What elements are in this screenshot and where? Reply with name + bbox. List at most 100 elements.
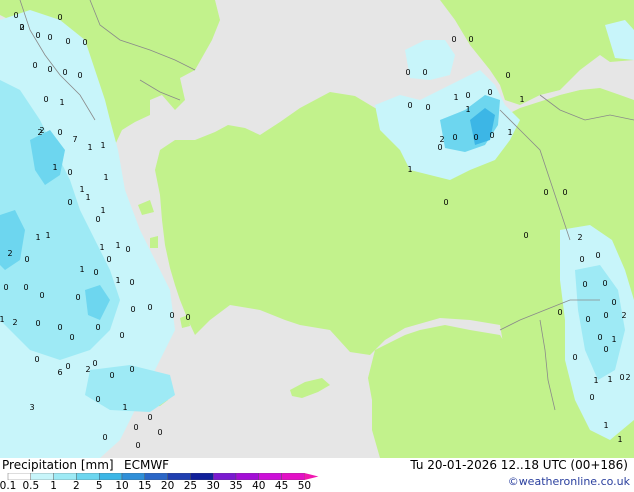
precip-value-label: 0 <box>147 413 152 422</box>
precip-value-label: 0 <box>82 38 87 47</box>
footer-bar: Precipitation [mm] ECMWF Tu 20-01-2026 1… <box>0 458 634 492</box>
precip-value-label: 0 <box>57 13 62 22</box>
precip-value-label: 0 <box>119 331 124 340</box>
legend-swatch <box>98 473 123 480</box>
precip-value-label: 0 <box>77 71 82 80</box>
precip-value-label: 0 <box>57 323 62 332</box>
precip-value-label: 0 <box>505 71 510 80</box>
precip-value-label: 1 <box>519 95 524 104</box>
precip-value-label: 0 <box>603 345 608 354</box>
precip-value-label: 0 <box>35 319 40 328</box>
precip-value-label: 0 <box>603 311 608 320</box>
precip-value-label: 0 <box>62 68 67 77</box>
precip-value-label: 0 <box>43 95 48 104</box>
precip-value-label: 0 <box>595 251 600 260</box>
precip-value-label: 1 <box>122 403 127 412</box>
land-aegean-island-chios <box>150 236 158 248</box>
legend-tick-label: 40 <box>252 480 266 492</box>
precip-value-label: 0 <box>65 362 70 371</box>
legend-tick-label: 50 <box>297 480 312 492</box>
precip-value-label: 0 <box>92 359 97 368</box>
precip-value-label: 0 <box>452 133 457 142</box>
legend-tick-label: 25 <box>183 480 198 492</box>
precip-value-label: 0 <box>169 311 174 320</box>
legend-swatch <box>30 473 54 480</box>
precip-value-label: 3 <box>29 403 34 412</box>
precip-value-label: 0 <box>34 355 39 364</box>
precip-value-label: 1 <box>607 375 612 384</box>
legend-tick-label: 0.1 <box>0 480 17 492</box>
precip-value-label: 0 <box>67 168 72 177</box>
legend-tick-labels: 0.1 0.5 1 2 5 10 15 20 25 30 35 40 45 50 <box>0 480 340 492</box>
precip-value-label: 1 <box>85 193 90 202</box>
legend-swatch <box>121 473 145 480</box>
precip-value-label: 2 <box>12 318 17 327</box>
legend-swatch <box>258 473 282 480</box>
legend-tick-label: 45 <box>274 480 289 492</box>
precip-value-label: 0 <box>75 293 80 302</box>
legend-tick-label: 5 <box>95 480 103 492</box>
precip-value-label: 2 <box>439 135 444 144</box>
legend-swatch <box>76 473 100 480</box>
precip-value-label: 2 <box>19 23 24 32</box>
precip-value-label: 0 <box>425 103 430 112</box>
precip-value-label: 0 <box>3 283 8 292</box>
precip-value-label: 0 <box>13 11 18 20</box>
precip-value-label: 0 <box>582 280 587 289</box>
precip-value-label: 0 <box>487 88 492 97</box>
precip-value-label: 0 <box>557 308 562 317</box>
precip-value-label: 0 <box>95 395 100 404</box>
precip-value-label: 1 <box>115 241 120 250</box>
credit-link[interactable]: ©weatheronline.co.uk <box>508 475 630 488</box>
model-name: ECMWF <box>124 458 170 472</box>
precip-value-label: 0 <box>32 61 37 70</box>
precip-value-label: 1 <box>79 265 84 274</box>
legend-tick-label: 10 <box>115 480 129 492</box>
precip-value-label: 1 <box>453 93 458 102</box>
precip-value-label: 0 <box>589 393 594 402</box>
precip-value-label: 1 <box>100 141 105 150</box>
legend-tick-label: 30 <box>206 480 220 492</box>
precip-value-label: 1 <box>115 276 120 285</box>
legend-color-scale <box>7 473 319 480</box>
precip-value-label: 0 <box>95 323 100 332</box>
precip-value-label: 0 <box>130 305 135 314</box>
precip-value-label: 0 <box>67 198 72 207</box>
precip-value-label: 2 <box>625 373 630 382</box>
precip-value-label: 0 <box>572 353 577 362</box>
precip-value-label: 2 <box>577 233 582 242</box>
precip-value-label: 0 <box>185 313 190 322</box>
legend-swatch <box>167 473 191 480</box>
legend-tick-label: 35 <box>229 480 243 492</box>
legend-tick-label: 2 <box>73 480 80 492</box>
legend-swatch <box>144 473 168 480</box>
precip-value-label: 0 <box>106 255 111 264</box>
precip-value-label: 0 <box>23 283 28 292</box>
precip-value-label: 2 <box>37 128 42 137</box>
precip-value-label: 1 <box>611 335 616 344</box>
precip-value-label: 0 <box>451 35 456 44</box>
legend-swatch <box>281 473 305 480</box>
precip-value-label: 1 <box>603 421 608 430</box>
precip-value-label: 1 <box>35 233 40 242</box>
precip-value-label: 0 <box>443 198 448 207</box>
precip-value-label: 1 <box>52 163 57 172</box>
legend-tick-label: 1 <box>50 480 57 492</box>
precip-value-label: 0 <box>102 433 107 442</box>
precip-value-label: 6 <box>57 368 62 377</box>
precip-value-label: 2 <box>7 249 12 258</box>
precip-value-label: 0 <box>109 371 114 380</box>
precip-value-label: 0 <box>473 133 478 142</box>
precip-value-label: 0 <box>57 128 62 137</box>
precip-value-label: 1 <box>593 376 598 385</box>
precip-value-label: 0 <box>135 441 140 450</box>
precip-value-label: 0 <box>147 303 152 312</box>
precip-value-label: 1 <box>59 98 64 107</box>
legend-swatch <box>235 473 259 480</box>
precipitation-map[interactable]: 0000000010207111102110101201101001012000… <box>0 0 634 458</box>
precip-value-label: 0 <box>562 188 567 197</box>
precip-value-label: 0 <box>468 35 473 44</box>
precip-value-label: 0 <box>465 91 470 100</box>
precip-value-label: 0 <box>407 101 412 110</box>
chart-title: Precipitation [mm] <box>2 458 114 472</box>
